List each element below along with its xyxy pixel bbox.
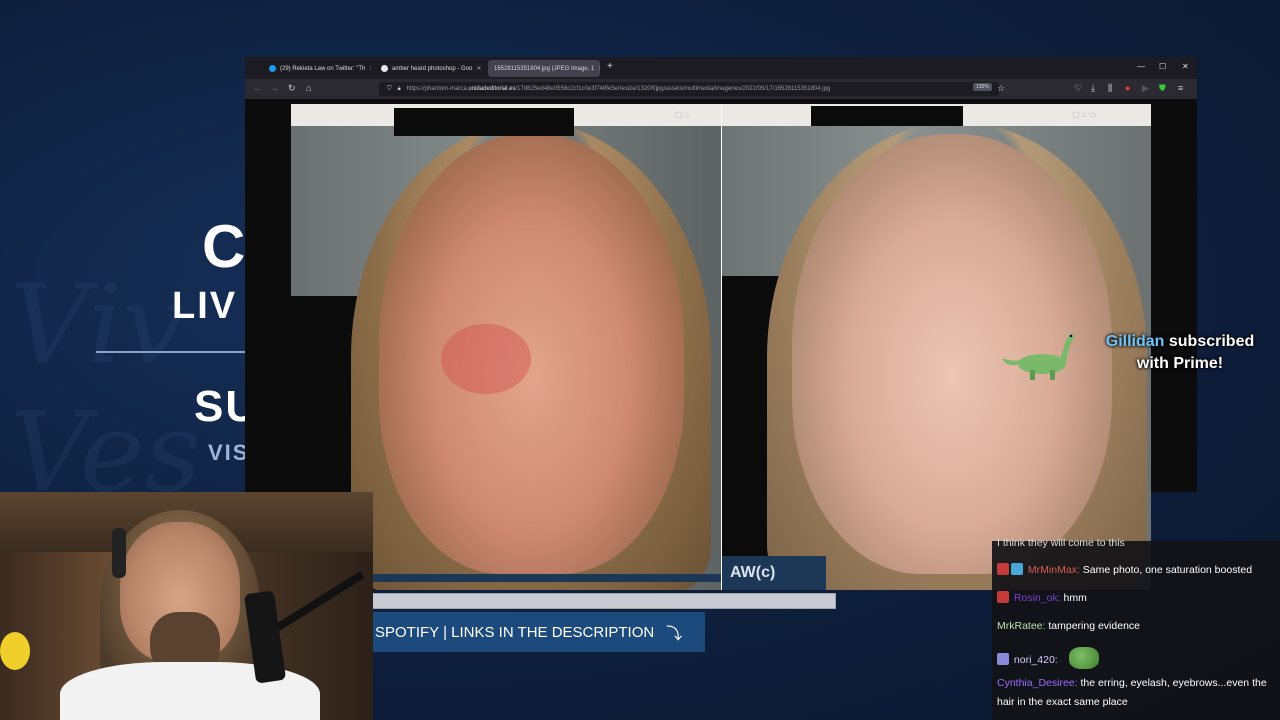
overlay-bar	[372, 593, 836, 609]
reload-icon[interactable]: ↻	[288, 83, 296, 94]
chat-username[interactable]: MrkRatee:	[997, 620, 1045, 632]
alert-text: subscribed	[1168, 333, 1255, 350]
bookmark-star-icon[interactable]: ☆	[997, 83, 1005, 94]
redaction-bar	[811, 106, 963, 126]
pepe-emote-icon	[1068, 647, 1099, 669]
forward-icon[interactable]: →	[270, 83, 279, 93]
tab-google[interactable]: amber heard photoshop - Goo ✕	[375, 60, 485, 77]
caption-text: AW(c)	[722, 556, 826, 590]
arrow-down-icon: ⤵	[666, 626, 683, 643]
tab-image[interactable]: 16528115351804.jpg (JPEG Image, 1 ✕	[488, 60, 600, 77]
cheek-redness	[441, 324, 531, 394]
subscription-alert: Gillidan subscribed with Prime!	[1095, 331, 1265, 375]
url-path: /17d825ed48e0556c2cf1c0e3f748fe5e/resize…	[515, 86, 831, 92]
shield-icon: ⛉	[387, 85, 392, 92]
close-icon[interactable]: ✕	[365, 65, 371, 72]
rubber-duck	[0, 632, 30, 670]
close-icon[interactable]: ✕	[472, 65, 481, 72]
pocket-icon[interactable]: ♡	[1074, 83, 1082, 94]
badge-icon	[997, 563, 1009, 575]
close-icon[interactable]: ✕	[594, 65, 600, 72]
dinosaur-alert-icon	[1002, 333, 1074, 380]
chat-message: MrkRatee: tampering evidence	[997, 620, 1140, 632]
headset	[112, 528, 126, 578]
zoom-level[interactable]: 130%	[973, 83, 992, 91]
spotify-banner: SPOTIFY | LINKS IN THE DESCRIPTION ⤵	[372, 612, 705, 652]
photo-caption-bar	[373, 574, 721, 582]
tab-bar: (29) Rekieta Law on Twitter: "Th ✕ amber…	[245, 57, 1197, 79]
chat-message: MrMinMax: Same photo, one saturation boo…	[997, 563, 1252, 576]
chat-overlay: I think they will come to this MrMinMax:…	[992, 537, 1280, 720]
mic-arm	[275, 571, 365, 631]
library-icon[interactable]: ⫼	[1108, 83, 1112, 94]
minimize-icon[interactable]: —	[1137, 62, 1145, 71]
extension-icon[interactable]: ●	[1125, 83, 1130, 93]
extension-icon-2[interactable]: ▶	[1142, 83, 1149, 94]
url-domain: unidadeditorial.es	[468, 86, 516, 92]
chat-text: hmm	[1063, 592, 1087, 604]
right-photo-panel: ▢ ⌂ ▭	[722, 104, 1151, 590]
banner-text: SPOTIFY | LINKS IN THE DESCRIPTION	[375, 623, 655, 641]
new-tab-button[interactable]: +	[607, 61, 613, 72]
chat-text: tampering evidence	[1048, 620, 1140, 632]
chat-username[interactable]: Cynthia_Desiree:	[997, 677, 1078, 689]
face-left	[379, 134, 684, 574]
avatar-badge-icon	[997, 653, 1009, 665]
tab-label: 16528115351804.jpg (JPEG Image, 1	[494, 65, 595, 72]
chat-username[interactable]: nori_420:	[1014, 654, 1058, 666]
shield-extension-icon[interactable]: ⛊	[1159, 83, 1166, 94]
background-divider	[96, 351, 246, 353]
twitter-icon	[269, 65, 276, 72]
webcam-feed	[0, 492, 373, 720]
nav-bar: ← → ↻ ⌂ ⛉ 🔒︎ https://phantom-marca. unida…	[245, 79, 1197, 99]
panel-controls: ▢ ⌂ ▭	[1072, 110, 1097, 119]
subscriber-name: Gillidan	[1105, 333, 1165, 350]
chat-message: nori_420:	[997, 647, 1099, 669]
chat-text: Same photo, one saturation boosted	[1082, 564, 1253, 576]
tab-label: amber heard photoshop - Goo	[392, 65, 473, 72]
alert-text-line2: with Prime!	[1136, 355, 1224, 372]
chat-message: Rosin_ok: hmm	[997, 591, 1087, 604]
tab-label: (29) Rekieta Law on Twitter: "Th	[280, 65, 366, 72]
badge-icon	[997, 591, 1009, 603]
chat-text: I think they will come to this	[997, 537, 1125, 549]
back-icon[interactable]: ←	[253, 83, 262, 93]
url-bar[interactable]: ⛉ 🔒︎ https://phantom-marca. unidadeditori…	[379, 82, 999, 96]
crown-badge-icon	[1011, 563, 1023, 575]
google-icon	[381, 65, 388, 72]
background-title-visit: VIS	[208, 440, 250, 465]
lock-icon: 🔒︎	[397, 85, 401, 92]
background-title-c: C	[202, 213, 248, 280]
chat-message: Cynthia_Desiree: the erring, eyelash, ey…	[997, 674, 1275, 712]
url-prefix: https://phantom-marca.	[406, 86, 469, 92]
tab-twitter[interactable]: (29) Rekieta Law on Twitter: "Th ✕	[263, 60, 371, 77]
close-window-icon[interactable]: ✕	[1182, 62, 1189, 71]
download-icon[interactable]: ⤓	[1091, 83, 1095, 94]
redaction-bar	[394, 108, 574, 136]
chat-username[interactable]: Rosin_ok:	[1014, 592, 1061, 604]
menu-icon[interactable]: ≡	[1178, 83, 1183, 93]
panel-controls: ▢ ⌂	[675, 110, 690, 119]
background-title-live: LIV	[172, 285, 238, 327]
maximize-icon[interactable]: ☐	[1159, 62, 1166, 71]
home-icon[interactable]: ⌂	[306, 83, 311, 93]
chat-username[interactable]: MrMinMax:	[1028, 564, 1080, 576]
chat-message: I think they will come to this	[997, 537, 1125, 549]
